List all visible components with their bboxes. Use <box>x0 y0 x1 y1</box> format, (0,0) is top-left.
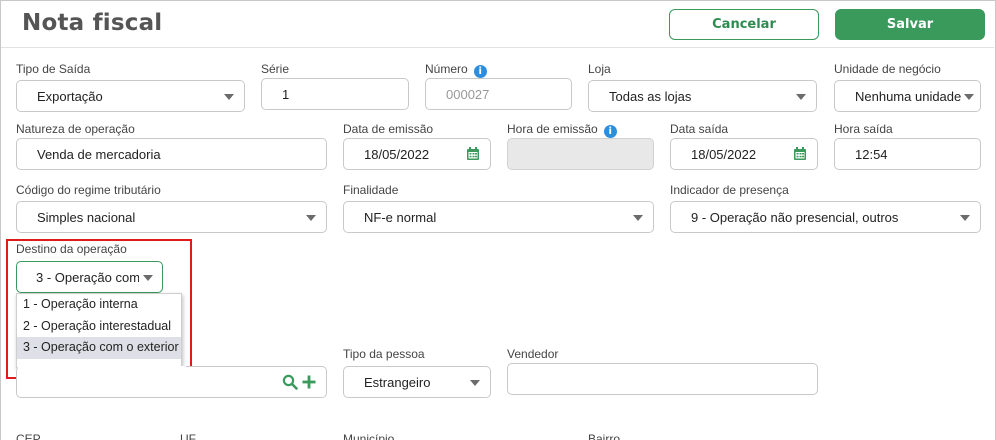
data-saida-value: 18/05/2022 <box>691 146 757 162</box>
destino-select[interactable]: 3 - Operação com o exterior <box>16 261 163 293</box>
numero-label: Número i <box>425 62 487 78</box>
vendedor-input[interactable] <box>507 363 818 395</box>
serie-input[interactable]: 1 <box>261 78 409 110</box>
chevron-down-icon <box>306 215 316 221</box>
data-emissao-value: 18/05/2022 <box>364 146 430 162</box>
cliente-search-input[interactable] <box>184 366 327 398</box>
hora-emissao-label-text: Hora de emissão <box>507 122 598 136</box>
finalidade-value: NF-e normal <box>364 209 437 225</box>
calendar-icon[interactable] <box>793 147 807 161</box>
tipo-saida-label: Tipo de Saída <box>16 62 91 76</box>
cep-label: CEP <box>16 432 41 440</box>
unidade-label: Unidade de negócio <box>834 62 941 76</box>
unidade-value: Nenhuma unidade <box>855 88 962 104</box>
chevron-down-icon <box>633 215 643 221</box>
data-emissao-label: Data de emissão <box>343 122 434 136</box>
save-button[interactable]: Salvar <box>835 9 985 40</box>
tipo-saida-value: Exportação <box>37 88 103 104</box>
data-saida-label: Data saída <box>670 122 729 136</box>
municipio-label: Município <box>343 432 395 440</box>
page-title: Nota fiscal <box>22 10 163 36</box>
hora-saida-value: 12:54 <box>855 146 888 162</box>
finalidade-label: Finalidade <box>343 183 399 197</box>
natureza-value: Venda de mercadoria <box>37 146 161 162</box>
presenca-select[interactable]: 9 - Operação não presencial, outros <box>670 201 981 233</box>
data-emissao-input[interactable]: 18/05/2022 <box>343 138 491 170</box>
numero-input[interactable]: 000027 <box>425 78 572 110</box>
presenca-label: Indicador de presença <box>670 183 789 197</box>
tipo-pessoa-value: Estrangeiro <box>364 374 431 390</box>
loja-label: Loja <box>588 62 611 76</box>
destino-label: Destino da operação <box>16 242 127 256</box>
presenca-value: 9 - Operação não presencial, outros <box>691 209 899 225</box>
tipo-pessoa-select[interactable]: Estrangeiro <box>343 366 491 398</box>
cliente-actions <box>282 374 316 390</box>
serie-value: 1 <box>282 86 290 102</box>
serie-label: Série <box>261 62 290 76</box>
calendar-icon[interactable] <box>466 147 480 161</box>
regime-value: Simples nacional <box>37 209 136 225</box>
natureza-label: Natureza de operação <box>16 122 135 136</box>
tipo-saida-select[interactable]: Exportação <box>16 80 245 112</box>
loja-value: Todas as lojas <box>609 88 692 104</box>
chevron-down-icon <box>960 215 970 221</box>
info-icon[interactable]: i <box>473 65 487 78</box>
chevron-down-icon <box>796 94 806 100</box>
finalidade-select[interactable]: NF-e normal <box>343 201 654 233</box>
regime-select[interactable]: Simples nacional <box>16 201 327 233</box>
destino-option[interactable]: 2 - Operação interestadual <box>17 316 181 338</box>
uf-label: UF <box>180 432 196 440</box>
search-icon[interactable] <box>282 374 298 390</box>
destino-dropdown: 1 - Operação interna 2 - Operação intere… <box>16 293 182 368</box>
info-icon[interactable]: i <box>603 125 617 138</box>
plus-icon[interactable] <box>302 375 316 389</box>
tipo-pessoa-label: Tipo da pessoa <box>343 347 425 361</box>
bairro-label: Bairro <box>588 432 621 440</box>
numero-label-text: Número <box>425 62 468 76</box>
page-header: Nota fiscal Cancelar Salvar <box>1 1 994 48</box>
destino-value: 3 - Operação com o exterior <box>36 269 139 285</box>
chevron-down-icon <box>470 380 480 386</box>
destino-option-selected[interactable]: 3 - Operação com o exterior <box>17 337 181 359</box>
cliente-input-left[interactable] <box>16 366 186 398</box>
regime-label: Código do regime tributário <box>16 183 161 197</box>
cancel-button[interactable]: Cancelar <box>669 9 819 40</box>
chevron-down-icon <box>964 94 974 100</box>
hora-emissao-input <box>507 138 654 170</box>
chevron-down-icon <box>143 275 153 281</box>
chevron-down-icon <box>224 94 234 100</box>
natureza-input[interactable]: Venda de mercadoria <box>16 138 327 170</box>
hora-saida-label: Hora saída <box>834 122 893 136</box>
numero-placeholder: 000027 <box>446 86 490 102</box>
loja-select[interactable]: Todas as lojas <box>588 80 817 112</box>
data-saida-input[interactable]: 18/05/2022 <box>670 138 818 170</box>
hora-saida-input[interactable]: 12:54 <box>834 138 981 170</box>
vendedor-label: Vendedor <box>507 347 559 361</box>
unidade-select[interactable]: Nenhuma unidade <box>834 80 981 112</box>
hora-emissao-label: Hora de emissão i <box>507 122 617 138</box>
destino-option[interactable]: 1 - Operação interna <box>17 294 181 316</box>
